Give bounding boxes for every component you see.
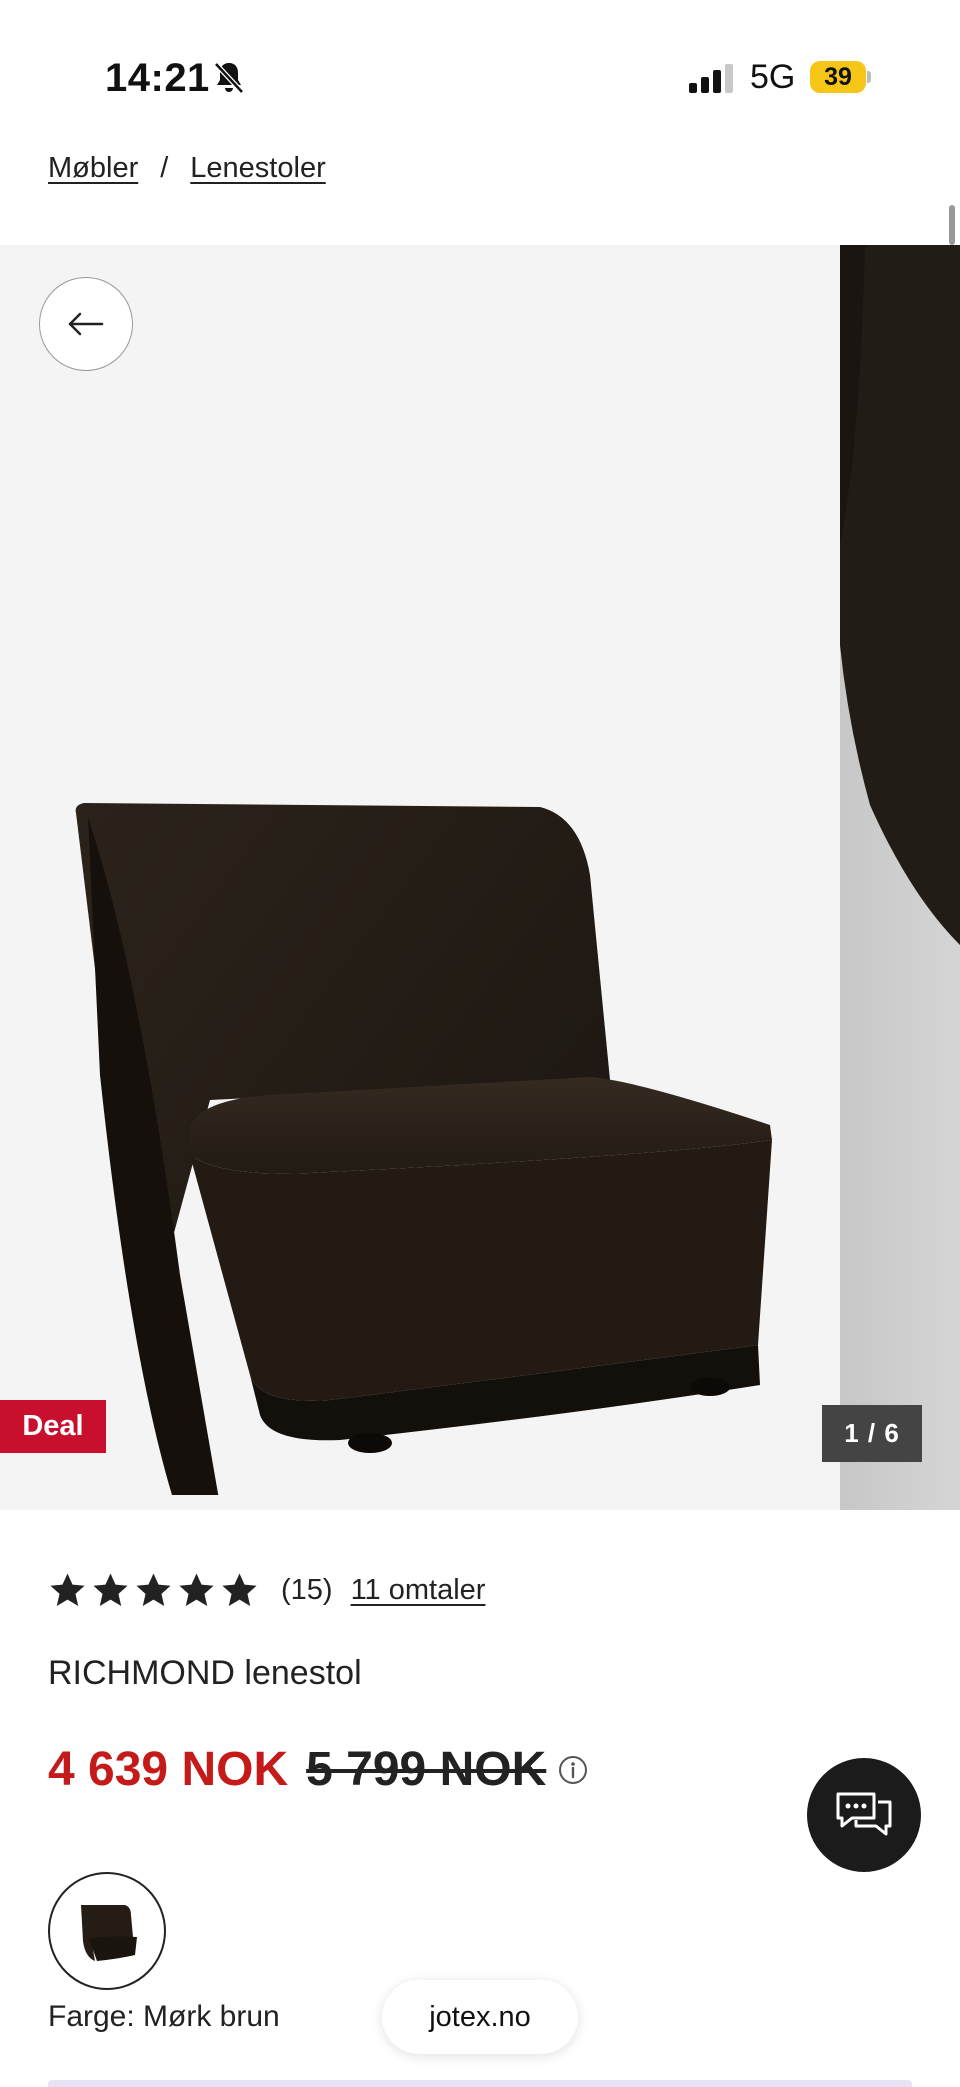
- star-icon: [222, 1572, 257, 1606]
- network-label: 5G: [750, 58, 796, 96]
- breadcrumb-item-lenestoler[interactable]: Lenestoler: [190, 152, 325, 185]
- star-icon: [50, 1572, 85, 1606]
- signal-icon: [689, 64, 733, 93]
- bottom-panel-edge: [48, 2080, 912, 2087]
- price-row: 4 639 NOK 5 799 NOK: [48, 1742, 588, 1797]
- gallery-slide-next[interactable]: [840, 245, 960, 1510]
- back-arrow-icon: [68, 312, 104, 336]
- rating-row: (15) 11 omtaler: [48, 1568, 485, 1612]
- breadcrumb-separator: /: [160, 152, 169, 184]
- star-icon: [179, 1572, 214, 1606]
- info-icon[interactable]: [558, 1755, 588, 1785]
- bell-slash-icon: [214, 62, 244, 94]
- browser-url-pill[interactable]: jotex.no: [382, 1980, 578, 2054]
- product-image: [75, 803, 772, 1495]
- chat-icon: [836, 1792, 892, 1836]
- breadcrumb: Møbler / Lenestoler: [48, 152, 326, 185]
- product-title: RICHMOND lenestol: [48, 1654, 362, 1692]
- deal-badge: Deal: [0, 1400, 106, 1453]
- product-gallery[interactable]: Deal 1 / 6: [0, 245, 960, 1510]
- color-swatch-selected[interactable]: [48, 1872, 166, 1990]
- star-icon: [136, 1572, 171, 1606]
- status-time: 14:21: [105, 56, 210, 100]
- scrollbar[interactable]: [949, 205, 955, 245]
- back-button[interactable]: [39, 277, 133, 371]
- rating-count: (15): [281, 1573, 333, 1606]
- color-label: Farge: Mørk brun: [48, 2000, 280, 2033]
- star-icon: [93, 1572, 128, 1606]
- breadcrumb-item-mobler[interactable]: Møbler: [48, 152, 138, 185]
- image-counter: 1 / 6: [822, 1405, 922, 1462]
- next-product-image: [840, 245, 960, 945]
- rating-stars: [48, 1571, 259, 1610]
- price-original: 5 799 NOK: [306, 1743, 547, 1796]
- reviews-link[interactable]: 11 omtaler: [351, 1574, 486, 1607]
- battery-level: 39: [824, 63, 852, 91]
- status-bar: 14:21 5G 39: [0, 0, 960, 150]
- battery-indicator: 39: [810, 61, 872, 93]
- chat-button[interactable]: [807, 1758, 921, 1872]
- price-current: 4 639 NOK: [48, 1743, 289, 1796]
- gallery-slide-current[interactable]: Deal: [0, 245, 840, 1510]
- swatch-chair-thumbnail: [81, 1905, 137, 1961]
